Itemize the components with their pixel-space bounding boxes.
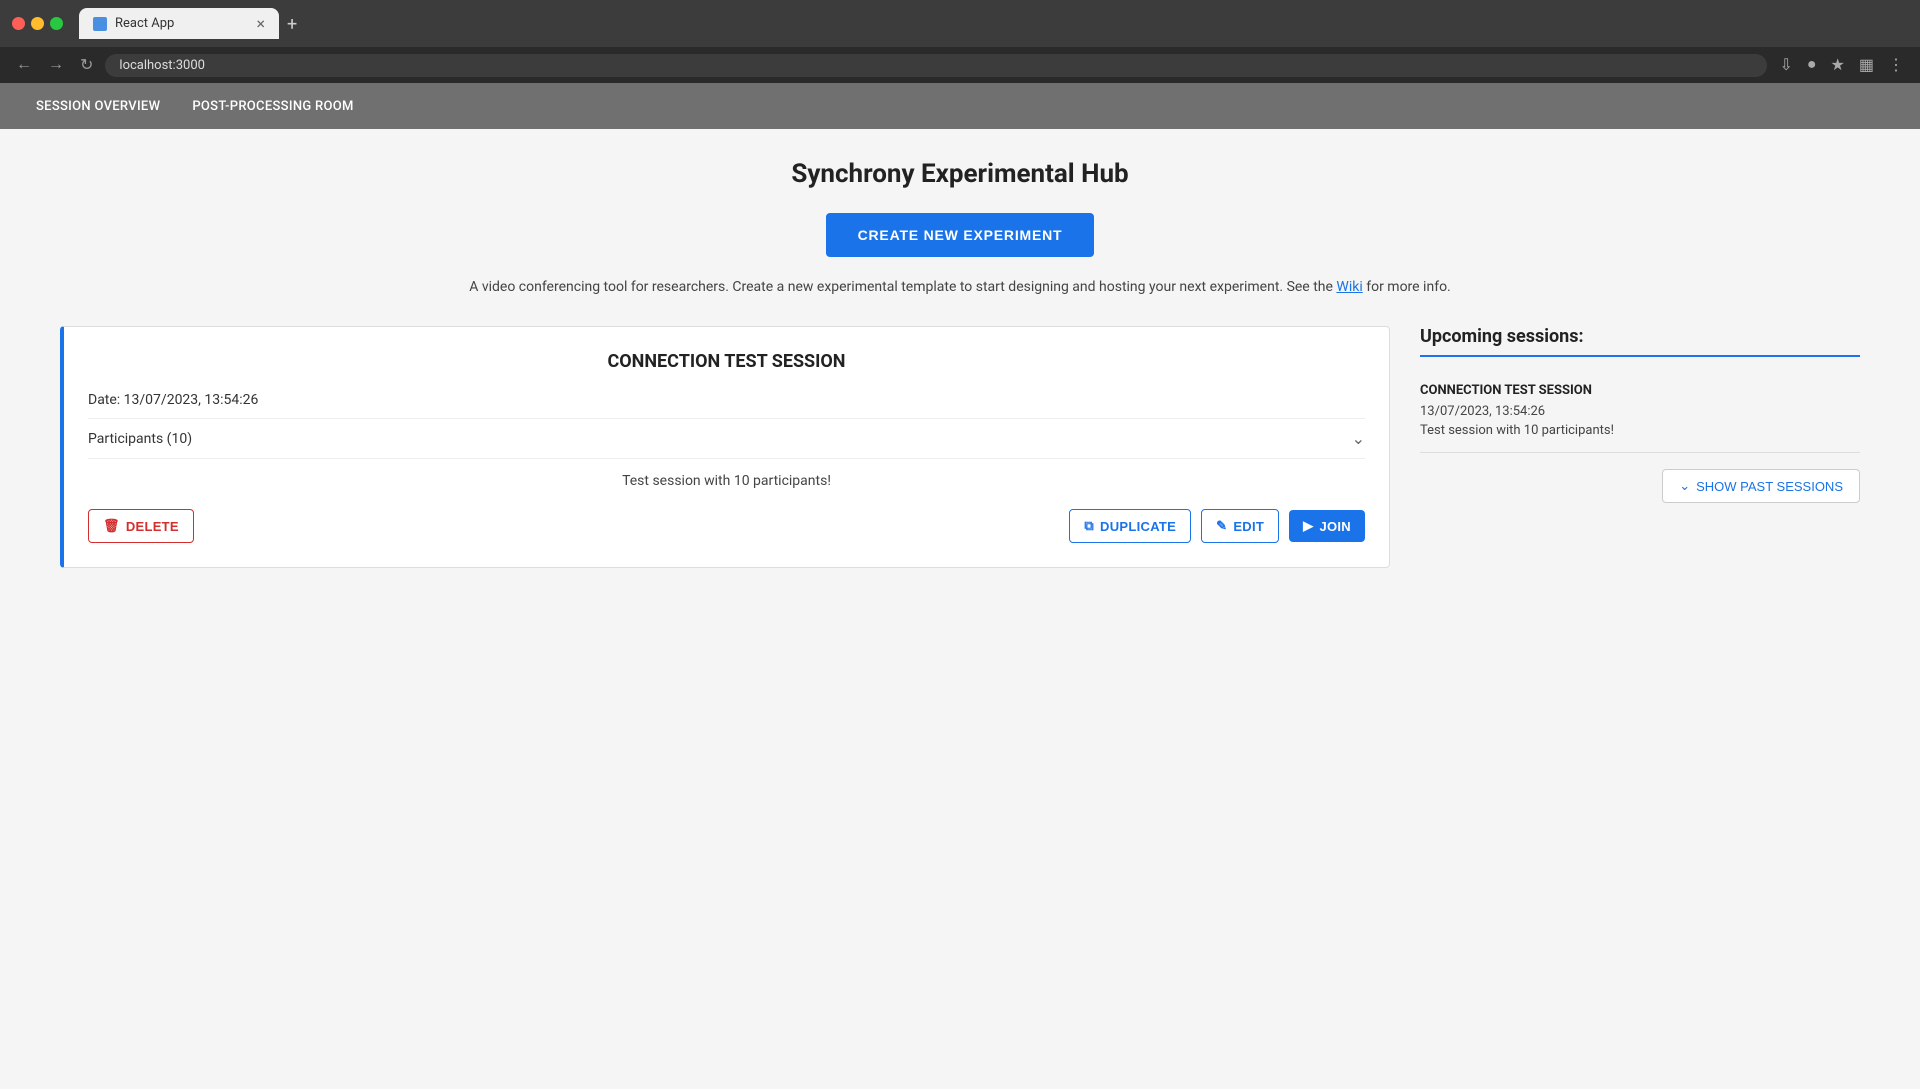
tab-bar: React App × + xyxy=(71,8,1908,39)
upcoming-session-name: CONNECTION TEST SESSION xyxy=(1420,383,1860,398)
participants-label: Participants (10) xyxy=(88,431,192,447)
session-description: Test session with 10 participants! xyxy=(88,473,1365,489)
upcoming-session-desc: Test session with 10 participants! xyxy=(1420,423,1860,438)
edit-button[interactable]: ✎ EDIT xyxy=(1201,509,1279,543)
nav-session-overview[interactable]: SESSION OVERVIEW xyxy=(20,85,176,128)
duplicate-label: DUPLICATE xyxy=(1100,519,1176,534)
address-bar: ← → ↻ localhost:3000 ⇩ ● ★ ▦ ⋮ xyxy=(0,47,1920,83)
page-title: Synchrony Experimental Hub xyxy=(60,159,1860,189)
sessions-panel: CONNECTION TEST SESSION Date: 13/07/2023… xyxy=(60,326,1390,568)
app-nav: SESSION OVERVIEW POST-PROCESSING ROOM xyxy=(0,83,1920,129)
extensions-icon[interactable]: ▦ xyxy=(1855,53,1878,77)
description-suffix: for more info. xyxy=(1366,279,1451,295)
menu-icon[interactable]: ⋮ xyxy=(1884,53,1908,77)
session-date: Date: 13/07/2023, 13:54:26 xyxy=(88,392,1365,408)
join-label: JOIN xyxy=(1319,519,1351,534)
delete-button[interactable]: 🗑 DELETE xyxy=(88,509,194,543)
edit-label: EDIT xyxy=(1233,519,1264,534)
page-description: A video conferencing tool for researcher… xyxy=(60,277,1860,298)
window-controls xyxy=(12,17,63,30)
session-card: CONNECTION TEST SESSION Date: 13/07/2023… xyxy=(60,326,1390,568)
content-area: CONNECTION TEST SESSION Date: 13/07/2023… xyxy=(60,326,1860,568)
forward-button[interactable]: → xyxy=(44,54,68,76)
create-new-experiment-button[interactable]: CREATE NEW EXPERIMENT xyxy=(826,213,1095,257)
session-card-title: CONNECTION TEST SESSION xyxy=(88,351,1365,372)
participants-row[interactable]: Participants (10) ⌄ xyxy=(88,418,1365,459)
url-box[interactable]: localhost:3000 xyxy=(105,54,1767,77)
download-icon[interactable]: ⇩ xyxy=(1775,53,1796,77)
edit-icon: ✎ xyxy=(1216,518,1227,534)
profile-icon[interactable]: ● xyxy=(1803,54,1821,76)
browser-icon-bar: ⇩ ● ★ ▦ ⋮ xyxy=(1775,53,1908,77)
tab-title: React App xyxy=(115,16,174,31)
minimize-dot[interactable] xyxy=(31,17,44,30)
join-button[interactable]: ▶ JOIN xyxy=(1289,510,1365,542)
upcoming-panel: Upcoming sessions: CONNECTION TEST SESSI… xyxy=(1420,326,1860,503)
play-icon: ▶ xyxy=(1303,518,1313,534)
url-text: localhost:3000 xyxy=(119,58,205,73)
duplicate-button[interactable]: ⧉ DUPLICATE xyxy=(1069,509,1191,543)
create-button-wrapper: CREATE NEW EXPERIMENT xyxy=(60,213,1860,257)
trash-icon: 🗑 xyxy=(103,518,120,534)
description-text: A video conferencing tool for researcher… xyxy=(469,279,1333,295)
duplicate-icon: ⧉ xyxy=(1084,518,1094,534)
delete-label: DELETE xyxy=(126,519,179,534)
new-tab-button[interactable]: + xyxy=(279,10,305,39)
show-past-label: SHOW PAST SESSIONS xyxy=(1696,479,1843,494)
nav-post-processing-room[interactable]: POST-PROCESSING ROOM xyxy=(176,85,369,128)
upcoming-session-item: CONNECTION TEST SESSION 13/07/2023, 13:5… xyxy=(1420,369,1860,453)
chevron-down-small-icon: ⌄ xyxy=(1679,478,1690,494)
tab-favicon-icon xyxy=(93,17,107,31)
maximize-dot[interactable] xyxy=(50,17,63,30)
upcoming-session-date: 13/07/2023, 13:54:26 xyxy=(1420,404,1860,419)
app-main: Synchrony Experimental Hub CREATE NEW EX… xyxy=(0,129,1920,1089)
browser-titlebar: React App × + xyxy=(0,0,1920,47)
refresh-button[interactable]: ↻ xyxy=(76,53,97,77)
upcoming-title: Upcoming sessions: xyxy=(1420,326,1860,357)
back-button[interactable]: ← xyxy=(12,54,36,76)
browser-tab[interactable]: React App × xyxy=(79,8,279,39)
chevron-down-icon: ⌄ xyxy=(1352,429,1365,448)
tab-close-icon[interactable]: × xyxy=(256,14,265,33)
star-icon[interactable]: ★ xyxy=(1827,53,1849,77)
wiki-link[interactable]: Wiki xyxy=(1336,279,1362,295)
browser-chrome: React App × + ← → ↻ localhost:3000 ⇩ ● ★… xyxy=(0,0,1920,83)
show-past-sessions-button[interactable]: ⌄ SHOW PAST SESSIONS xyxy=(1662,469,1860,503)
session-actions: 🗑 DELETE ⧉ DUPLICATE ✎ EDIT ▶ JOIN xyxy=(88,509,1365,543)
close-dot[interactable] xyxy=(12,17,25,30)
